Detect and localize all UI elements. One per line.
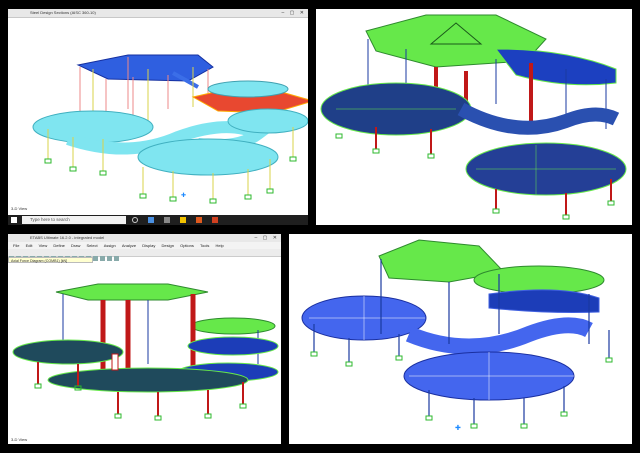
windows-taskbar: Type here to search xyxy=(8,215,308,225)
status-bar: 3-D View xyxy=(11,437,28,442)
taskbar-search-input[interactable]: Type here to search xyxy=(22,216,126,224)
store-icon[interactable] xyxy=(164,217,170,223)
upper-ring-slab xyxy=(488,289,600,313)
deck-left xyxy=(12,339,124,365)
structural-model-view-2[interactable] xyxy=(316,9,632,225)
task-view-icon[interactable] xyxy=(132,217,138,223)
structural-model-view-1[interactable]: ✚ xyxy=(8,9,308,225)
status-bar: 3-D View xyxy=(11,206,28,211)
etabs-icon[interactable] xyxy=(212,217,218,223)
upper-ring-slab xyxy=(494,48,617,86)
app-icon[interactable] xyxy=(196,217,202,223)
screenshot-panel-bottom-left: ETABS Ultimate 16.2.0 - integrated model… xyxy=(8,234,281,444)
edge-icon[interactable] xyxy=(148,217,154,223)
screenshot-panel-top-right xyxy=(316,9,632,225)
structural-model-view-3[interactable] xyxy=(8,234,281,444)
axis-triad: ✚ xyxy=(455,424,461,432)
walkway-deck xyxy=(457,102,620,135)
axis-triad: ✚ xyxy=(181,192,186,199)
slab-left xyxy=(32,110,154,144)
folder-icon[interactable] xyxy=(180,217,186,223)
slab-lower xyxy=(137,138,279,176)
screenshot-panel-bottom-right: ✚ xyxy=(289,234,632,444)
screenshot-panel-top-left: Steel Design Sections (AISC 360-10) – ▢ … xyxy=(8,9,308,225)
roof-slab xyxy=(55,283,209,301)
structural-model-view-4[interactable]: ✚ xyxy=(289,234,632,444)
windows-start-icon[interactable] xyxy=(11,217,17,223)
